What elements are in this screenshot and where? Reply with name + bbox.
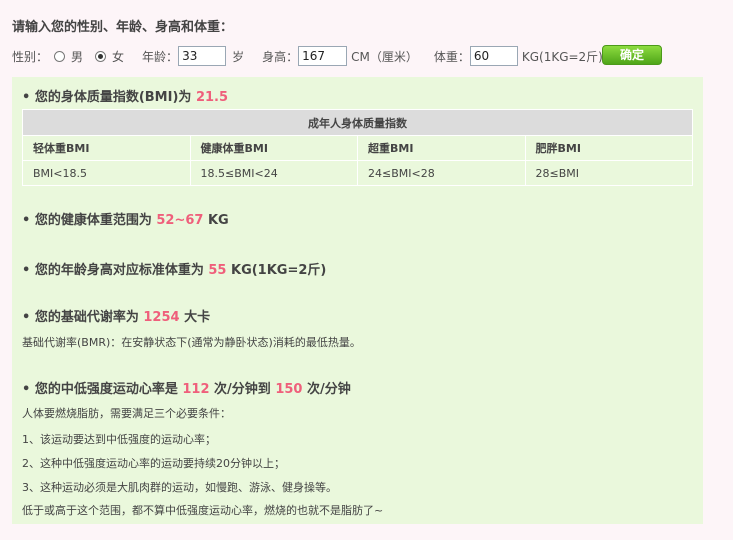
page-title: 请输入您的性别、年龄、身高和体重： — [12, 20, 234, 35]
standard-weight-value: 55 — [208, 263, 227, 278]
heart-rate-result: • 您的中低强度运动心率是 112 次/分钟到 150 次/分钟 — [22, 382, 351, 397]
results-panel: • 您的身体质量指数(BMI)为 21.5 成年人身体质量指数 轻体重BMI 健… — [12, 77, 703, 524]
bmr-value: 1254 — [143, 310, 180, 325]
height-label: 身高： — [262, 49, 299, 64]
height-unit: CM（厘米） — [351, 49, 418, 64]
age-label: 年龄： — [142, 49, 179, 64]
submit-button[interactable]: 确定 — [602, 45, 662, 65]
age-input[interactable] — [178, 46, 227, 66]
note-line: 人体要燃烧脂肪，需要满足三个必要条件： — [22, 407, 231, 420]
male-radio[interactable] — [54, 50, 66, 62]
gender-label: 性别： — [12, 49, 49, 64]
heart-rate-low: 112 — [182, 382, 210, 397]
input-form: 性别： 男 女 年龄： 岁 身高： CM（厘米） 体重： KG(1KG=2斤) — [12, 45, 603, 67]
female-radio[interactable] — [95, 50, 107, 62]
height-input[interactable] — [298, 46, 348, 66]
bmi-header-overweight: 超重BMI — [357, 135, 526, 161]
standard-weight-result: • 您的年龄身高对应标准体重为 55 KG(1KG=2斤) — [22, 263, 327, 278]
bmi-header-underweight: 轻体重BMI — [22, 135, 191, 161]
note-line: 1、该运动要达到中低强度的运动心率； — [22, 433, 216, 446]
healthy-weight-value: 52~67 — [156, 213, 204, 228]
bmi-table: 成年人身体质量指数 轻体重BMI 健康体重BMI 超重BMI 肥胖BMI BMI… — [22, 109, 693, 186]
weight-label: 体重： — [433, 49, 470, 64]
female-label: 女 — [112, 49, 125, 64]
bmi-table-caption: 成年人身体质量指数 — [22, 109, 693, 136]
bmi-result: • 您的身体质量指数(BMI)为 21.5 — [22, 90, 229, 105]
bmi-value: 21.5 — [195, 90, 229, 105]
healthy-weight-result: • 您的健康体重范围为 52~67 KG — [22, 213, 229, 228]
note-line: 低于或高于这个范围，都不算中低强度运动心率，燃烧的也就不是脂肪了~ — [22, 504, 384, 517]
bmi-header-healthy: 健康体重BMI — [189, 135, 358, 161]
bmi-cell-underweight: BMI<18.5 — [22, 160, 191, 186]
bmr-result: • 您的基础代谢率为 1254 大卡 — [22, 310, 211, 325]
note-line: 2、这种中低强度运动心率的运动要持续20分钟以上； — [22, 457, 285, 470]
bmi-cell-obese: 28≤BMI — [524, 160, 693, 186]
bmi-cell-healthy: 18.5≤BMI<24 — [189, 160, 358, 186]
heart-rate-high: 150 — [275, 382, 303, 397]
bmi-cell-overweight: 24≤BMI<28 — [357, 160, 526, 186]
bmr-description: 基础代谢率(BMR)：在安静状态下(通常为静卧状态)消耗的最低热量。 — [22, 336, 361, 349]
weight-unit: KG(1KG=2斤) — [521, 49, 603, 64]
note-line: 3、这种运动必须是大肌肉群的运动，如慢跑、游泳、健身操等。 — [22, 481, 337, 494]
male-label: 男 — [71, 49, 84, 64]
age-unit: 岁 — [232, 49, 245, 64]
weight-input[interactable] — [469, 46, 518, 66]
bmi-header-obese: 肥胖BMI — [524, 135, 693, 161]
